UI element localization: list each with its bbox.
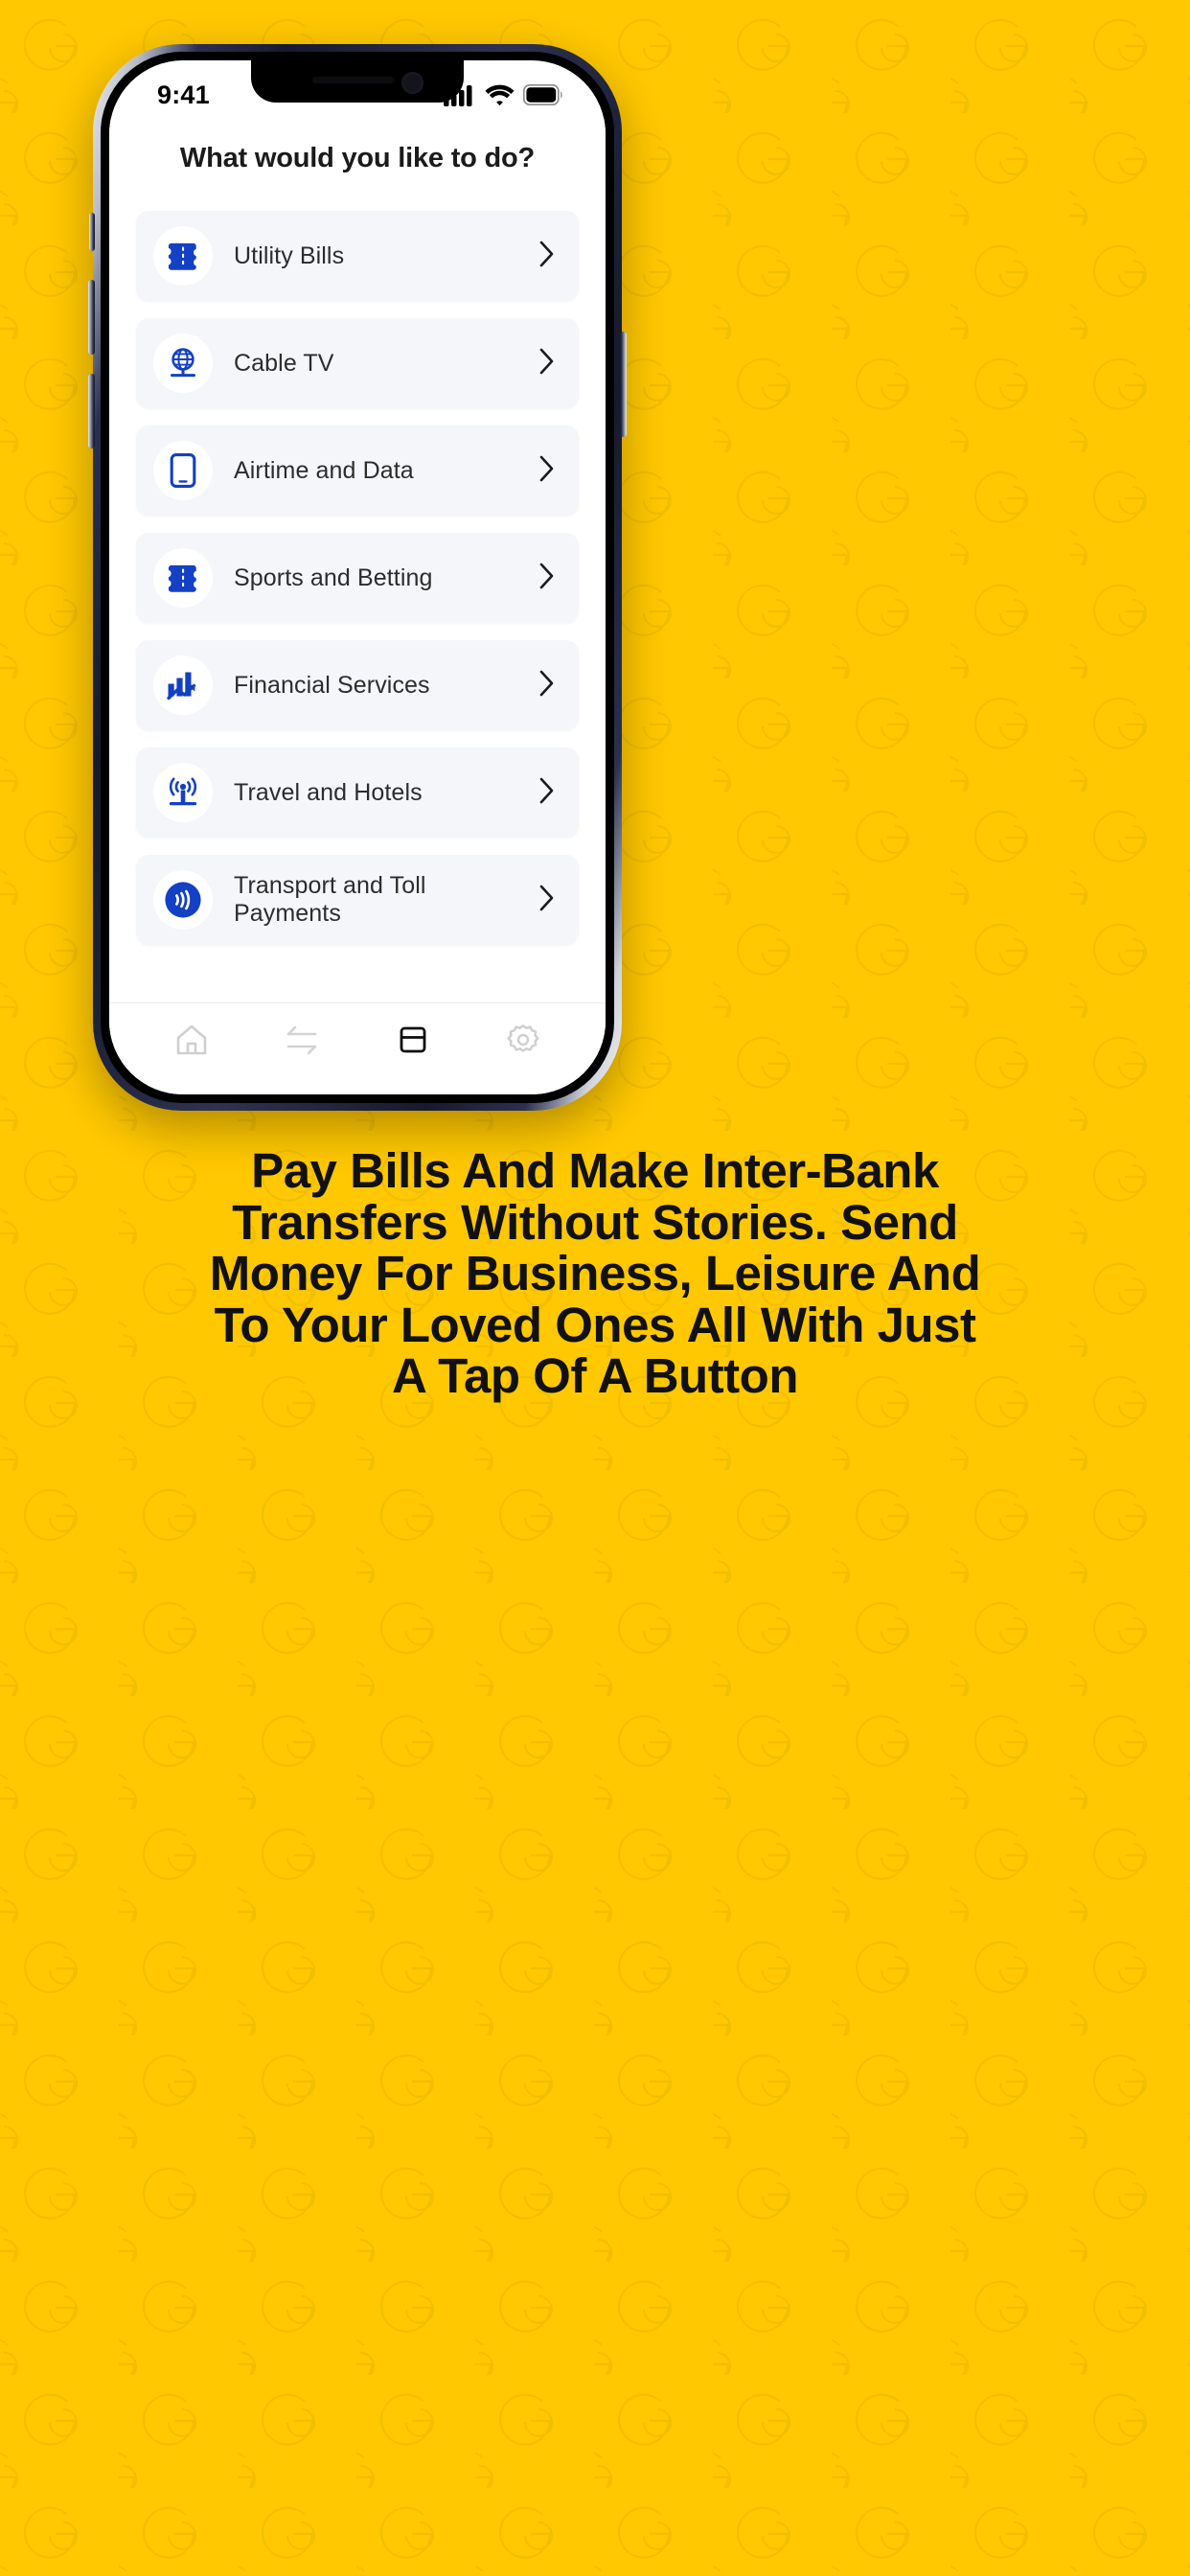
satellite-dish-icon [153, 334, 213, 393]
smartphone-icon [153, 441, 213, 500]
transfer-arrows-icon [281, 1021, 323, 1064]
service-row-sports-and-betting[interactable]: Sports and Betting [136, 533, 579, 623]
phone-device-frame: 9:41 What would you like to do? Utility … [88, 44, 627, 1111]
service-row-financial-services[interactable]: Financial Services [136, 640, 579, 730]
service-row-cable-tv[interactable]: Cable TV [136, 318, 579, 408]
bottom-tab-bar [109, 1002, 606, 1094]
gear-icon [503, 1020, 543, 1065]
tab-transfer[interactable] [247, 1021, 358, 1064]
marketing-caption: Pay Bills And Make Inter-Bank Transfers … [0, 1145, 1190, 1402]
service-label: Sports and Betting [234, 564, 433, 591]
chevron-right-icon [538, 347, 556, 380]
card-icon [392, 1021, 434, 1064]
volume-down-button[interactable] [88, 374, 95, 448]
volume-up-button[interactable] [88, 280, 95, 355]
chevron-right-icon [538, 562, 556, 595]
bar-chart-trend-icon [153, 656, 213, 715]
caption-line: Transfers Without Stories. Send [232, 1194, 958, 1250]
service-label: Travel and Hotels [234, 778, 423, 806]
ticket-icon [153, 226, 213, 286]
page-title: What would you like to do? [179, 143, 536, 173]
chevron-right-icon [538, 776, 556, 810]
power-button[interactable] [620, 332, 627, 437]
caption-line: Pay Bills And Make Inter-Bank [251, 1143, 939, 1198]
caption-line: Money For Business, Leisure And [209, 1246, 981, 1301]
mute-switch-button[interactable] [89, 213, 95, 251]
caption-line: A Tap Of A Button [392, 1348, 798, 1404]
service-label: Airtime and Data [234, 456, 414, 484]
status-icons-group [444, 83, 563, 106]
caption-line: To Your Loved Ones All With Just [214, 1297, 976, 1352]
cellular-signal-icon [444, 85, 472, 106]
service-label: Transport and Toll Payments [234, 872, 426, 927]
service-row-travel-and-hotels[interactable]: Travel and Hotels [136, 748, 579, 838]
service-row-airtime-and-data[interactable]: Airtime and Data [136, 426, 579, 516]
battery-icon [523, 84, 562, 105]
status-bar: 9:41 [109, 60, 606, 118]
phone-screen: 9:41 What would you like to do? Utility … [109, 60, 606, 1094]
phone-bezel: 9:41 What would you like to do? Utility … [101, 52, 614, 1103]
chevron-right-icon [538, 884, 556, 917]
service-row-utility-bills[interactable]: Utility Bills [136, 211, 579, 301]
chevron-right-icon [538, 454, 556, 488]
wifi-icon [485, 84, 515, 106]
service-row-transport-and-toll-payments[interactable]: Transport and Toll Payments [136, 855, 579, 945]
screen-content: What would you like to do? Utility Bills… [109, 118, 606, 1094]
tab-settings[interactable] [469, 1020, 580, 1065]
tab-home[interactable] [136, 1021, 247, 1064]
service-label: Financial Services [234, 671, 430, 699]
status-time: 9:41 [157, 80, 210, 109]
contactless-pay-icon [153, 870, 213, 930]
service-label: Utility Bills [234, 242, 345, 269]
service-list: Utility Bills Cable TV Airtime and Data … [109, 174, 606, 1002]
broadcast-tower-icon [153, 763, 213, 822]
tab-cards[interactable] [357, 1021, 469, 1064]
chevron-right-icon [538, 240, 556, 273]
home-icon [172, 1021, 211, 1064]
service-label: Cable TV [234, 349, 334, 377]
ticket-icon [153, 548, 213, 608]
chevron-right-icon [538, 669, 556, 702]
